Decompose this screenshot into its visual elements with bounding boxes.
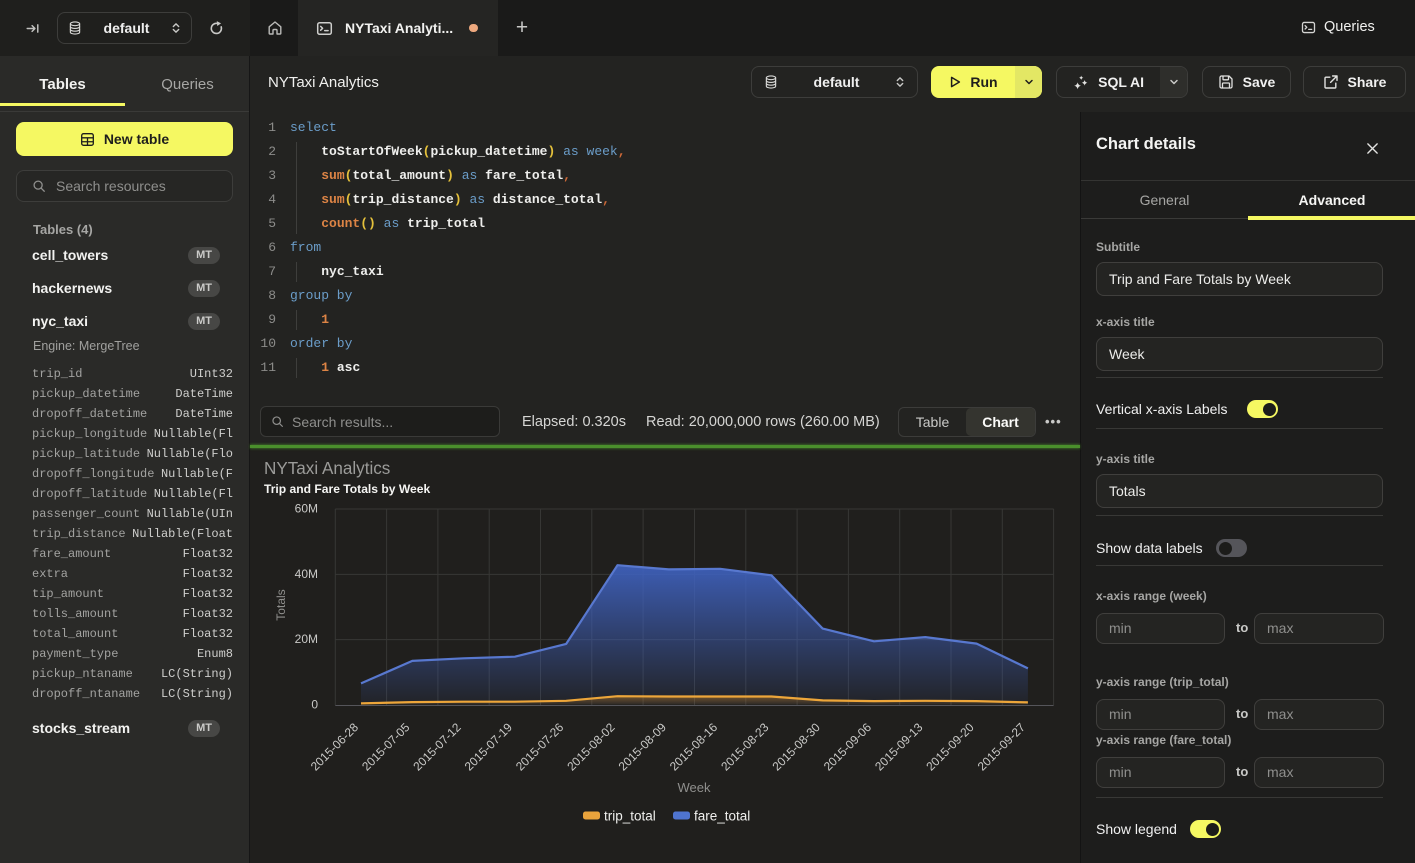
svg-text:2015-08-02: 2015-08-02: [564, 720, 618, 774]
svg-text:2015-06-28: 2015-06-28: [308, 720, 362, 774]
svg-text:Totals: Totals: [274, 589, 288, 620]
svg-text:2015-09-20: 2015-09-20: [923, 720, 977, 774]
svg-text:2015-09-13: 2015-09-13: [872, 720, 926, 774]
svg-text:60M: 60M: [295, 502, 318, 516]
svg-text:2015-07-26: 2015-07-26: [513, 720, 567, 774]
svg-text:Week: Week: [678, 780, 711, 795]
svg-text:Trip and Fare Totals by Week: Trip and Fare Totals by Week: [264, 482, 430, 496]
svg-text:40M: 40M: [295, 567, 318, 581]
svg-text:2015-08-16: 2015-08-16: [667, 720, 721, 774]
svg-text:2015-09-06: 2015-09-06: [821, 720, 875, 774]
svg-text:2015-08-09: 2015-08-09: [616, 720, 670, 774]
svg-text:2015-07-19: 2015-07-19: [462, 720, 516, 774]
svg-text:2015-07-05: 2015-07-05: [359, 720, 413, 774]
svg-text:2015-08-23: 2015-08-23: [718, 720, 772, 774]
svg-text:2015-07-12: 2015-07-12: [410, 720, 464, 774]
svg-text:0: 0: [311, 698, 318, 712]
svg-text:NYTaxi Analytics: NYTaxi Analytics: [264, 459, 390, 478]
svg-text:20M: 20M: [295, 632, 318, 646]
svg-text:2015-09-27: 2015-09-27: [975, 720, 1029, 774]
svg-text:fare_total: fare_total: [694, 809, 750, 824]
svg-text:2015-08-30: 2015-08-30: [770, 720, 824, 774]
svg-text:trip_total: trip_total: [604, 809, 656, 824]
